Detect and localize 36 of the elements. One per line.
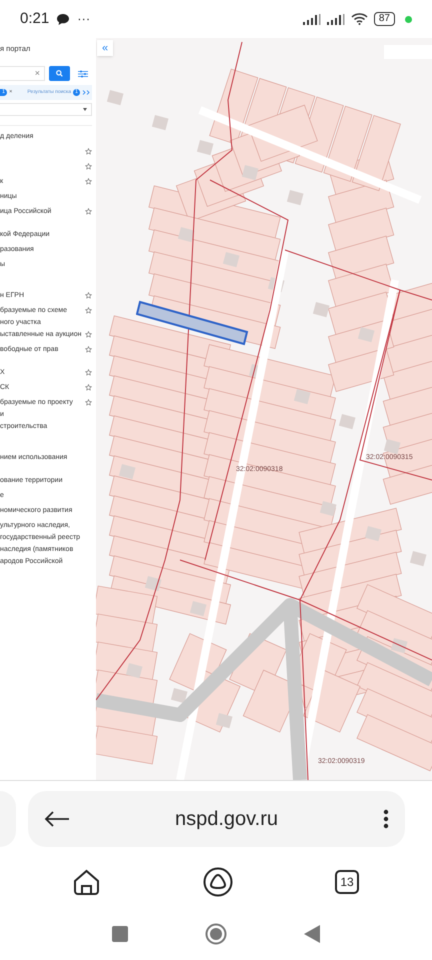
- star-icon[interactable]: [85, 331, 92, 338]
- star-icon[interactable]: [85, 399, 92, 406]
- clear-search[interactable]: ×: [34, 69, 40, 78]
- star-icon[interactable]: [85, 384, 92, 391]
- caret-icon: [83, 108, 87, 111]
- more-vertical-icon[interactable]: [383, 809, 389, 829]
- more-notifications: ···: [77, 10, 90, 28]
- selected-parcel[interactable]: [136, 300, 250, 346]
- search-field[interactable]: ×: [0, 66, 45, 81]
- home-icon[interactable]: [73, 868, 100, 896]
- star-icon[interactable]: [85, 163, 92, 170]
- url-text: nspd.gov.ru: [174, 807, 278, 832]
- message-icon: [57, 14, 70, 24]
- clock: 0:21: [20, 8, 50, 29]
- back-arrow-icon[interactable]: [44, 811, 70, 827]
- back-triangle-icon[interactable]: [304, 925, 320, 943]
- star-icon[interactable]: [85, 148, 92, 155]
- wifi-icon: [350, 13, 368, 25]
- tab-counter[interactable]: 13: [335, 870, 359, 894]
- collapse-button[interactable]: «: [97, 40, 113, 56]
- signal-icon: [326, 14, 345, 24]
- filter-icon[interactable]: [78, 70, 88, 78]
- star-icon[interactable]: [85, 307, 92, 314]
- assistant-icon[interactable]: [202, 867, 232, 897]
- star-icon[interactable]: [85, 178, 92, 185]
- address-bar[interactable]: nspd.gov.ru: [28, 791, 405, 847]
- search-button[interactable]: [49, 66, 70, 81]
- search-icon: [56, 70, 63, 77]
- star-icon[interactable]: [85, 208, 92, 215]
- star-icon[interactable]: [85, 369, 92, 376]
- signal-icon: [302, 14, 321, 24]
- battery-indicator: 87: [374, 12, 395, 26]
- star-icon[interactable]: [85, 292, 92, 299]
- home-circle-icon[interactable]: [205, 923, 227, 945]
- chevron-right-icon[interactable]: [82, 90, 90, 95]
- star-icon[interactable]: [85, 346, 92, 353]
